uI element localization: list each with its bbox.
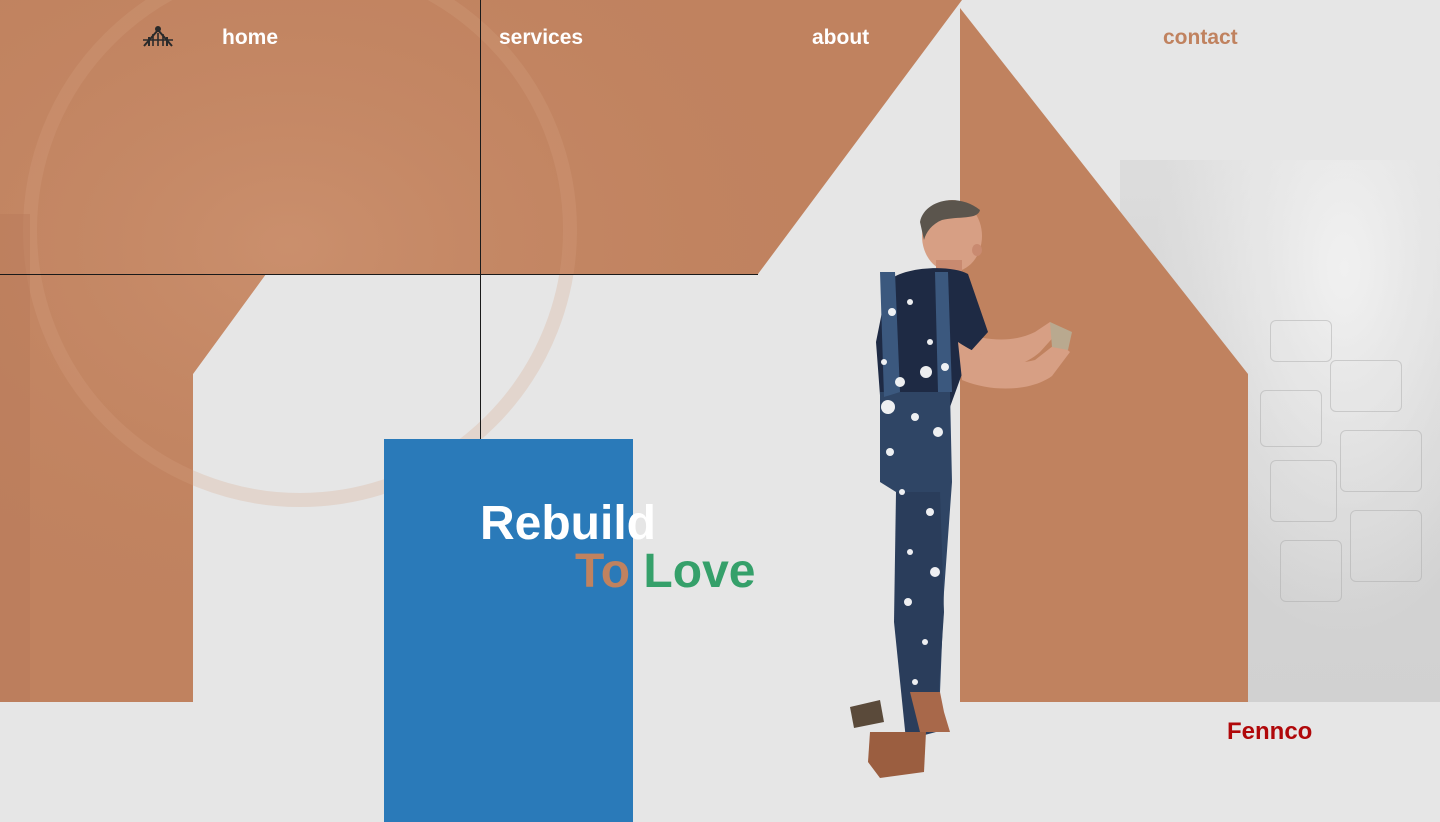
headline-word-to: To [575,545,631,598]
headline-line-2: To Love [575,548,800,596]
house-tools-logo-icon[interactable] [141,24,175,48]
top-nav: home services about contact [0,0,1440,80]
hero-headline: Rebuild To Love [480,500,800,596]
house-shape-graphic [0,0,1248,702]
headline-line-1: Rebuild [480,497,656,550]
nav-link-contact[interactable]: contact [1163,26,1238,50]
brand-name[interactable]: Fennco [1227,718,1312,746]
nav-link-about[interactable]: about [812,26,869,50]
nav-link-home[interactable]: home [222,26,278,50]
headline-word-love: Love [643,545,756,598]
worker-figure-image [850,200,1072,778]
hero-stage: Rebuild To Love Fennco home services abo… [0,0,1440,822]
nav-link-services[interactable]: services [499,26,583,50]
